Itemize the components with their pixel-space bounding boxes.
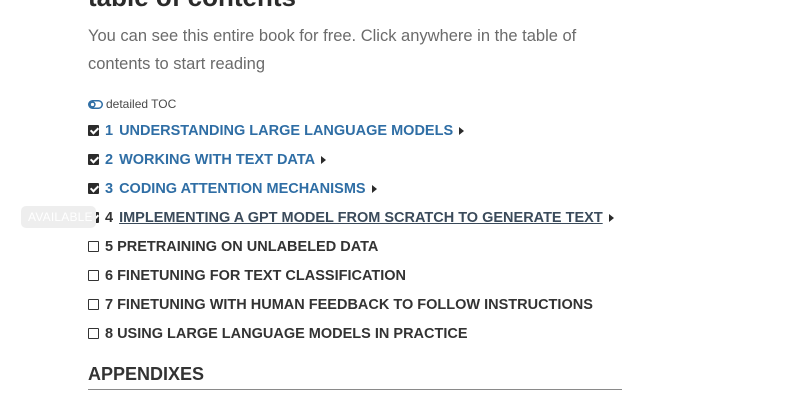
toc-heading: table of contents	[88, 0, 296, 13]
chapter-title: USING LARGE LANGUAGE MODELS IN PRACTICE	[117, 325, 468, 342]
chapter-title-link[interactable]: WORKING WITH TEXT DATA	[119, 152, 315, 168]
chapter-item[interactable]: 4 IMPLEMENTING A GPT MODEL FROM SCRATCH …	[88, 203, 614, 232]
detailed-toc-label: detailed TOC	[106, 97, 177, 111]
available-badge: AVAILABLE	[21, 206, 96, 228]
chapter-number: 1	[105, 122, 114, 139]
chapter-number: 5	[105, 238, 114, 255]
chapter-number: 3	[105, 180, 114, 197]
chapter-title: FINETUNING FOR TEXT CLASSIFICATION	[117, 267, 406, 284]
chapter-list: 1 UNDERSTANDING LARGE LANGUAGE MODELS 2 …	[88, 116, 614, 348]
checkbox-unchecked-icon[interactable]	[88, 328, 99, 339]
caret-right-icon[interactable]	[321, 155, 327, 164]
chapter-item: 6 FINETUNING FOR TEXT CLASSIFICATION	[88, 261, 614, 290]
checkbox-unchecked-icon[interactable]	[88, 270, 99, 281]
checkbox-unchecked-icon[interactable]	[88, 299, 99, 310]
chapter-title-link[interactable]: UNDERSTANDING LARGE LANGUAGE MODELS	[119, 123, 453, 139]
detailed-toc-toggle[interactable]: detailed TOC	[88, 96, 176, 112]
checkbox-checked-icon[interactable]	[88, 125, 99, 136]
checkbox-checked-icon[interactable]	[88, 154, 99, 165]
chapter-number: 2	[105, 151, 114, 168]
toggle-switch-icon[interactable]	[88, 99, 103, 109]
caret-right-icon[interactable]	[371, 184, 377, 193]
chapter-item[interactable]: 3 CODING ATTENTION MECHANISMS	[88, 174, 614, 203]
appendixes-heading: APPENDIXES	[88, 364, 622, 390]
checkbox-unchecked-icon[interactable]	[88, 241, 99, 252]
chapter-number: 6	[105, 267, 114, 284]
checkbox-checked-icon[interactable]	[88, 183, 99, 194]
chapter-title: PRETRAINING ON UNLABELED DATA	[117, 238, 379, 255]
caret-right-icon[interactable]	[459, 126, 465, 135]
chapter-title-link[interactable]: IMPLEMENTING A GPT MODEL FROM SCRATCH TO…	[119, 210, 603, 226]
chapter-item: 7 FINETUNING WITH HUMAN FEEDBACK TO FOLL…	[88, 290, 614, 319]
toc-intro-text: You can see this entire book for free. C…	[88, 27, 577, 73]
chapter-item: 5 PRETRAINING ON UNLABELED DATA	[88, 232, 614, 261]
caret-right-icon[interactable]	[608, 213, 614, 222]
chapter-title-link[interactable]: CODING ATTENTION MECHANISMS	[119, 181, 366, 197]
book-toc-page: table of contents You can see this entir…	[0, 0, 808, 411]
chapter-title: FINETUNING WITH HUMAN FEEDBACK TO FOLLOW…	[117, 296, 593, 313]
chapter-number: 8	[105, 325, 114, 342]
chapter-item[interactable]: 2 WORKING WITH TEXT DATA	[88, 145, 614, 174]
chapter-number: 4	[105, 209, 114, 226]
chapter-number: 7	[105, 296, 114, 313]
chapter-item: 8 USING LARGE LANGUAGE MODELS IN PRACTIC…	[88, 319, 614, 348]
chapter-item[interactable]: 1 UNDERSTANDING LARGE LANGUAGE MODELS	[88, 116, 614, 145]
